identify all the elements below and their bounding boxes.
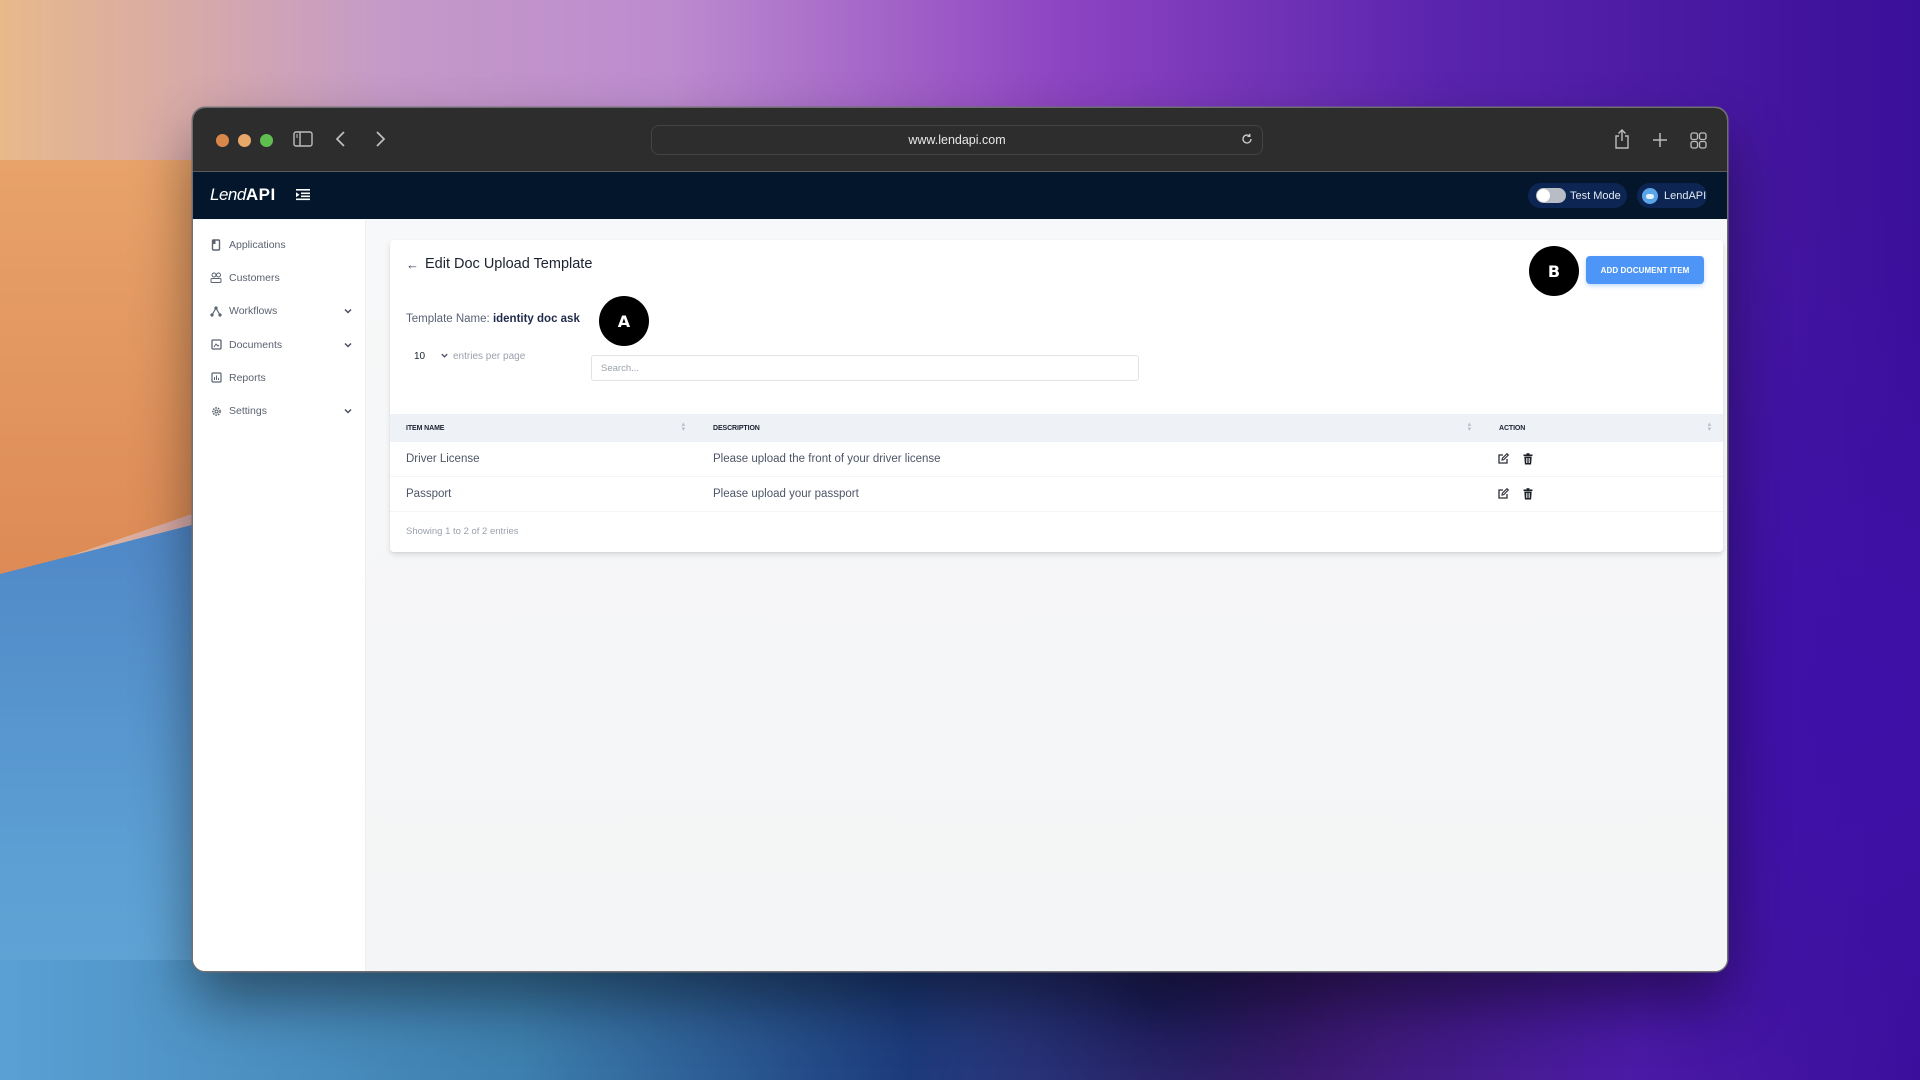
toggle-switch[interactable] [1536,188,1566,203]
chevron-down-icon [440,351,449,362]
annotation-marker-b: B [1529,246,1579,296]
table-row: Driver License Please upload the front o… [390,442,1723,477]
page-title: ← Edit Doc Upload Template [406,256,592,272]
sort-icon[interactable]: ▴ ▾ [1468,421,1472,433]
minimize-window-button[interactable] [238,134,251,147]
trash-icon[interactable] [1523,488,1533,500]
trash-icon[interactable] [1523,453,1533,465]
template-name-label: Template Name: [406,313,490,325]
forward-nav-icon[interactable] [373,130,387,153]
chart-icon [210,372,222,384]
annotation-marker-a: A [599,296,649,346]
chevron-down-icon [344,342,352,348]
document-icon [210,339,222,351]
sidebar-toggle-icon[interactable] [293,130,313,153]
sidebar-item-documents[interactable]: Documents [193,328,365,361]
sidebar-item-label: Workflows [229,305,278,318]
edit-icon[interactable] [1497,488,1509,500]
table-row: Passport Please upload your passport [390,477,1723,512]
description-cell: Please upload the front of your driver l… [713,453,941,465]
close-window-button[interactable] [216,134,229,147]
sort-icon[interactable]: ▴ ▾ [682,421,686,433]
workflow-icon [210,305,222,317]
reload-icon[interactable] [1240,132,1254,149]
test-mode-toggle[interactable]: Test Mode [1528,183,1627,208]
app-header: LendAPI Test Mode LendAPI [193,172,1727,219]
clipboard-icon [210,238,222,251]
sidebar-item-customers[interactable]: Customers [193,261,365,294]
column-header-action[interactable]: ACTION ▴ ▾ [1483,414,1723,442]
user-name: LendAPI [1664,189,1707,202]
address-bar[interactable]: www.lendapi.com [651,125,1263,155]
description-cell: Please upload your passport [713,488,859,500]
tab-overview-icon[interactable] [1690,132,1707,154]
wallpaper-bottom-area [0,960,1300,1080]
new-tab-icon[interactable] [1652,132,1668,153]
column-header-item-name[interactable]: ITEM NAME ▴ ▾ [390,414,697,442]
menu-collapse-icon[interactable] [296,188,310,206]
template-name: Template Name: identity doc ask [406,313,580,325]
sidebar-item-label: Settings [229,405,267,418]
sidebar-item-reports[interactable]: Reports [193,361,365,394]
sidebar-item-applications[interactable]: Applications [193,228,365,261]
back-arrow-icon[interactable]: ← [406,257,419,272]
browser-toolbar: www.lendapi.com [193,108,1727,172]
wallpaper-orange-area [0,160,220,580]
user-menu[interactable]: LendAPI [1637,183,1707,208]
template-card: ← Edit Doc Upload Template B ADD DOCUMEN… [390,240,1723,552]
sidebar-item-label: Documents [229,338,283,351]
entries-per-page-value: 10 [414,351,426,362]
entries-per-page-label: entries per page [453,351,526,362]
back-nav-icon[interactable] [334,130,348,153]
window-controls [216,134,273,147]
chevron-down-icon [344,309,352,314]
share-icon[interactable] [1614,128,1630,155]
sort-icon[interactable]: ▴ ▾ [1708,421,1712,433]
users-icon [210,272,222,284]
avatar [1642,187,1658,204]
sidebar-item-workflows[interactable]: Workflows [193,295,365,328]
column-header-label: ITEM NAME [406,424,445,432]
logo-light-text: Lend [210,185,246,204]
sidebar-item-label: Customers [229,271,280,284]
sidebar-item-label: Applications [229,238,286,251]
document-items-table: ITEM NAME ▴ ▾ DESCRIPTION ▴ ▾ ACTION ▴ ▾ Drive… [390,414,1723,512]
entries-per-page-select[interactable]: 10 entries per page [414,351,525,362]
sidebar-item-settings[interactable]: Settings [193,394,365,427]
main-content: ← Edit Doc Upload Template B ADD DOCUMEN… [366,220,1727,971]
logo-bold-text: API [245,185,276,204]
table-header-row: ITEM NAME ▴ ▾ DESCRIPTION ▴ ▾ ACTION ▴ ▾ [390,414,1723,442]
maximize-window-button[interactable] [260,134,273,147]
edit-icon[interactable] [1497,453,1509,465]
column-header-label: DESCRIPTION [713,424,760,432]
search-input[interactable] [591,355,1139,381]
actions-cell [1483,477,1723,511]
column-header-label: ACTION [1499,424,1526,432]
chevron-down-icon [344,409,352,414]
add-document-item-button[interactable]: ADD DOCUMENT ITEM [1586,256,1704,284]
item-name-cell: Driver License [406,453,480,465]
browser-window: www.lendapi.com LendAPI Test Mode LendAP [193,108,1727,971]
page-title-text: Edit Doc Upload Template [425,256,593,272]
template-name-value: identity doc ask [492,313,580,325]
sidebar-item-label: Reports [229,371,266,384]
actions-cell [1483,442,1723,476]
gear-icon [210,405,222,417]
test-mode-label: Test Mode [1570,189,1621,202]
table-footer-info: Showing 1 to 2 of 2 entries [406,526,519,537]
url-text: www.lendapi.com [908,133,1006,147]
item-name-cell: Passport [406,488,452,500]
sidebar: Applications Customers Workflows Documen… [193,220,366,971]
lendapi-logo[interactable]: LendAPI [210,185,276,205]
column-header-description[interactable]: DESCRIPTION ▴ ▾ [697,414,1483,442]
